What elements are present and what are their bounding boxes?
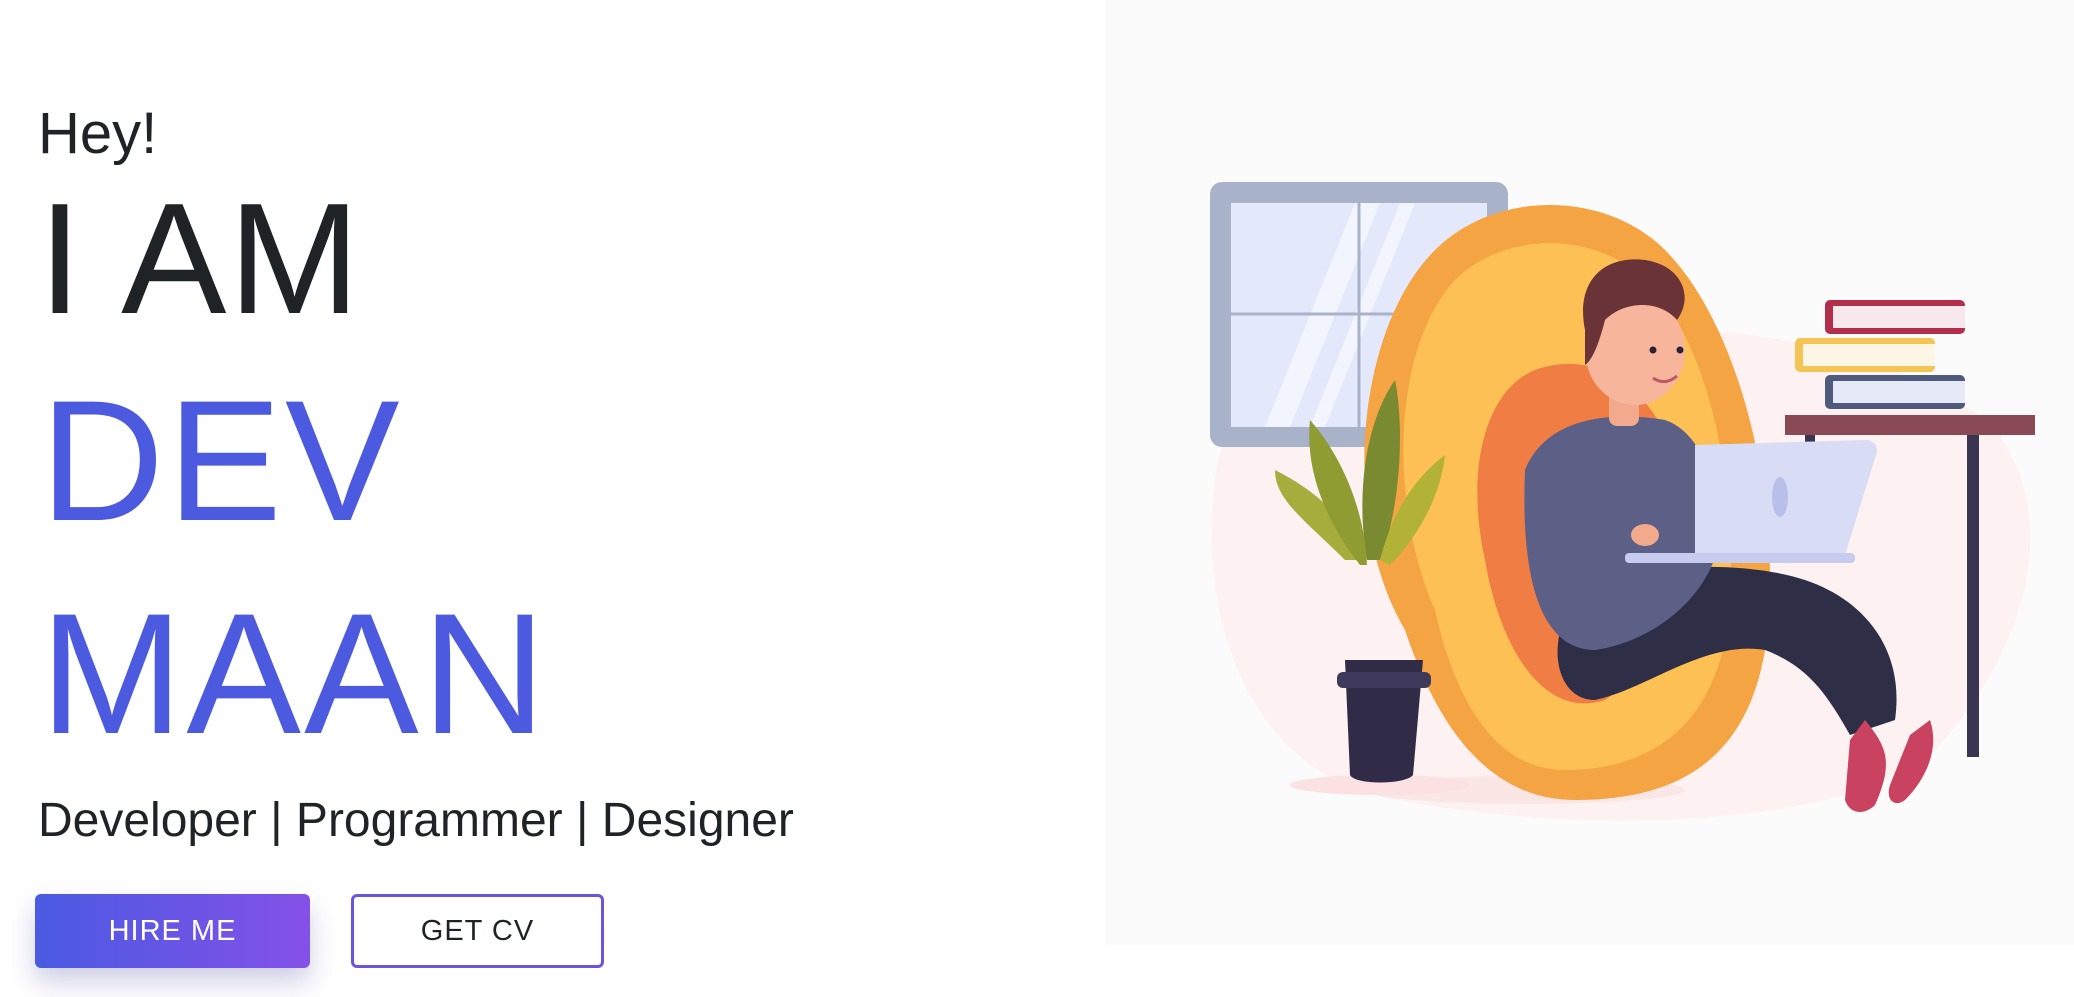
developer-illustration xyxy=(1210,182,2035,821)
roles-subtitle: Developer | Programmer | Designer xyxy=(38,794,794,847)
intro-heading: I AM xyxy=(38,171,363,347)
hero-section: Hey! I AM DEV MAAN Developer | Programme… xyxy=(0,0,2074,997)
hire-me-button[interactable]: HIRE ME xyxy=(35,894,310,968)
greeting-text: Hey! xyxy=(38,101,158,166)
hero-illustration xyxy=(1105,0,2074,945)
first-name-heading: DEV xyxy=(40,365,403,557)
last-name-heading: MAAN xyxy=(40,578,549,770)
get-cv-button[interactable]: GET CV xyxy=(351,894,604,968)
